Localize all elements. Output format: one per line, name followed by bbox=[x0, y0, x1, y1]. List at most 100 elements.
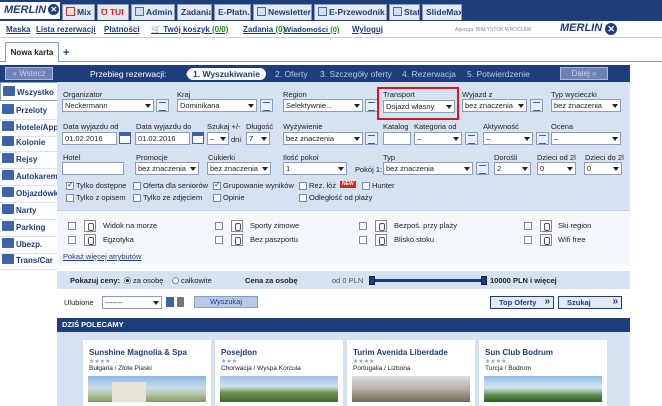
slider-max-handle[interactable] bbox=[481, 276, 487, 285]
offer-card[interactable]: Sun Club Bodrum ★★★★ Turcja / Bodrum bbox=[479, 340, 607, 406]
region-select[interactable]: Selektywnie... bbox=[283, 99, 363, 112]
ulubione-select[interactable]: ------- bbox=[102, 296, 162, 309]
aktywnosc-select[interactable]: – bbox=[483, 132, 533, 145]
checkbox-bez-paszportu[interactable] bbox=[215, 236, 223, 244]
checkbox-sporty-zimowe[interactable] bbox=[215, 222, 223, 230]
tab-tui[interactable]: ℧ TUI bbox=[97, 4, 129, 20]
katalog-input[interactable] bbox=[383, 132, 411, 145]
calendar-od-icon[interactable] bbox=[119, 132, 131, 144]
tab-mix-label: Mix bbox=[77, 7, 92, 17]
checkbox-blisko-stoku[interactable] bbox=[359, 236, 367, 244]
kraj-list-icon[interactable] bbox=[260, 99, 273, 112]
sidebar-label: Wszystko bbox=[17, 88, 54, 97]
hotel-input[interactable] bbox=[62, 162, 124, 175]
sidebar-item-wszystko[interactable]: Wszystko bbox=[0, 82, 57, 101]
cukierki-select[interactable]: bez znaczenia bbox=[207, 162, 271, 175]
label-wifi-free: Wifi free bbox=[558, 235, 586, 244]
link-koszyk[interactable]: 🛒 Twój koszyk (0/0) bbox=[151, 25, 228, 34]
top-offers-button[interactable]: Top Oferty bbox=[490, 296, 554, 309]
search-button[interactable]: Szukaj bbox=[558, 296, 622, 309]
merlin-logo[interactable]: MERLIN ✕ bbox=[0, 2, 60, 19]
back-button[interactable]: « Wstecz bbox=[5, 67, 53, 80]
wyjazd-z-select[interactable]: bez znaczenia bbox=[462, 99, 527, 112]
checkbox-grupowanie[interactable] bbox=[213, 180, 221, 190]
wyszukaj-button[interactable]: Wyszukaj bbox=[194, 296, 258, 308]
label-szukaj: Szukaj +/- bbox=[207, 122, 241, 131]
link-zadania[interactable]: Zadania (0) bbox=[243, 25, 285, 34]
ocena-select[interactable]: – bbox=[551, 132, 621, 145]
wyzywienie-list-icon[interactable] bbox=[365, 132, 378, 145]
label-katalog: Katalog bbox=[383, 122, 409, 131]
data-do-input[interactable]: 01.02.2016 bbox=[135, 132, 190, 145]
ilosc-pokoi-select[interactable]: 1 bbox=[283, 162, 347, 175]
dzieci-do-select[interactable]: 0 bbox=[584, 162, 622, 175]
link-wiadomosci[interactable]: Wiadomości (0) bbox=[284, 25, 339, 34]
sidebar-item-transcar[interactable]: Trans/Car bbox=[0, 251, 57, 270]
tab-slidemax-label: SlideMax bbox=[426, 7, 462, 17]
tab-eprzewodnik[interactable]: E-Przewodnik bbox=[314, 4, 387, 20]
organizator-select[interactable]: Neckermann bbox=[62, 99, 154, 112]
show-more-attributes-link[interactable]: Pokaż więcej atrybutów bbox=[63, 252, 141, 261]
offer-stars: ★★★★ bbox=[89, 359, 111, 365]
checkbox-odleglosc[interactable] bbox=[299, 194, 307, 202]
checkbox-tylko-ze-zdjeciem[interactable] bbox=[133, 194, 141, 202]
step-wyszukiwanie: 1. Wyszukiwanie bbox=[186, 68, 266, 80]
typ-pokoju-select[interactable]: bez znaczenia bbox=[383, 162, 473, 175]
next-button[interactable]: Dalej » bbox=[560, 67, 608, 80]
kategoria-list-icon[interactable] bbox=[465, 132, 478, 145]
checkbox-seniorow[interactable] bbox=[133, 182, 141, 190]
promocje-select[interactable]: bez znaczenia bbox=[135, 162, 199, 175]
typ-wycieczki-select[interactable]: bez znaczenia bbox=[551, 99, 621, 112]
checkbox-ski-region[interactable] bbox=[524, 222, 532, 230]
kategoria-select[interactable]: – bbox=[414, 132, 462, 145]
tab-slidemax[interactable]: SlideMax bbox=[422, 4, 462, 20]
calendar-do-icon[interactable] bbox=[192, 132, 204, 144]
wyjazd-list-icon[interactable] bbox=[530, 99, 543, 112]
wifi-icon bbox=[540, 234, 552, 246]
link-wyloguj[interactable]: Wyloguj bbox=[352, 25, 383, 34]
checkbox-tylko-z-opisem[interactable] bbox=[66, 194, 74, 202]
offer-title: Sun Club Bodrum bbox=[485, 348, 553, 357]
slider-min-handle[interactable] bbox=[369, 276, 375, 285]
tab-stat[interactable]: Stat bbox=[389, 4, 420, 20]
checkbox-egzotyka[interactable] bbox=[68, 236, 76, 244]
link-lista-rezerwacji[interactable]: Lista rezerwacji bbox=[36, 25, 96, 34]
tab-admin[interactable]: Admin bbox=[131, 4, 175, 20]
checkbox-opinie[interactable] bbox=[213, 194, 221, 202]
trash-icon[interactable] bbox=[177, 297, 184, 307]
organizator-list-icon[interactable] bbox=[156, 99, 169, 112]
wyzywienie-select[interactable]: bez znaczenia bbox=[283, 132, 363, 145]
offer-location: Portugalia / Lizbona bbox=[353, 365, 411, 372]
typ-list-icon[interactable] bbox=[476, 162, 489, 175]
kraj-select[interactable]: Dominikana bbox=[177, 99, 257, 112]
tab-mix[interactable]: Mix bbox=[62, 4, 95, 20]
dzieci-od-select[interactable]: 0 bbox=[537, 162, 576, 175]
data-od-input[interactable]: 01.02.2016 bbox=[62, 132, 117, 145]
add-tab-button[interactable]: + bbox=[63, 47, 69, 59]
offer-card[interactable]: Sunshine Magnolia & Spa ★★★★ Bułgaria / … bbox=[83, 340, 211, 406]
checkbox-widok-na-morze[interactable] bbox=[68, 222, 76, 230]
radio-calkowite[interactable] bbox=[172, 277, 179, 284]
dorosli-select[interactable]: 2 bbox=[494, 162, 531, 175]
szukaj-select[interactable]: – bbox=[207, 132, 229, 145]
link-platnosci[interactable]: Płatności bbox=[104, 25, 140, 34]
checkbox-wifi-free[interactable] bbox=[524, 236, 532, 244]
dlugosc-select[interactable]: 7 bbox=[246, 132, 270, 145]
checkbox-bezpos-plazy[interactable] bbox=[359, 222, 367, 230]
price-range-slider[interactable] bbox=[372, 279, 484, 282]
label-tylko-z-opisem: Tylko z opisem bbox=[76, 193, 126, 202]
checkbox-hunter[interactable] bbox=[362, 182, 370, 190]
checkbox-rez-loz[interactable] bbox=[299, 182, 307, 190]
save-icon[interactable] bbox=[166, 297, 174, 307]
offer-card[interactable]: Posejdon ★★★ Chorwacja / Wyspa Korcula bbox=[215, 340, 343, 406]
radio-za-osobe[interactable] bbox=[124, 277, 131, 284]
tab-zadania[interactable]: Zadania bbox=[177, 4, 212, 20]
aktywnosc-list-icon[interactable] bbox=[536, 132, 549, 145]
tab-nowa-karta[interactable]: Nowa karta bbox=[5, 42, 59, 63]
offer-card[interactable]: Turim Avenida Liberdade ★★★★ Portugalia … bbox=[347, 340, 475, 406]
tab-eplatn[interactable]: E-Płatn. bbox=[214, 4, 251, 20]
checkbox-tylko-dostepne[interactable] bbox=[66, 180, 74, 190]
link-maska[interactable]: Maska bbox=[6, 25, 30, 34]
sidebar-label: Trans/Car bbox=[16, 256, 53, 265]
tab-newsletter[interactable]: Newsletter bbox=[253, 4, 312, 20]
